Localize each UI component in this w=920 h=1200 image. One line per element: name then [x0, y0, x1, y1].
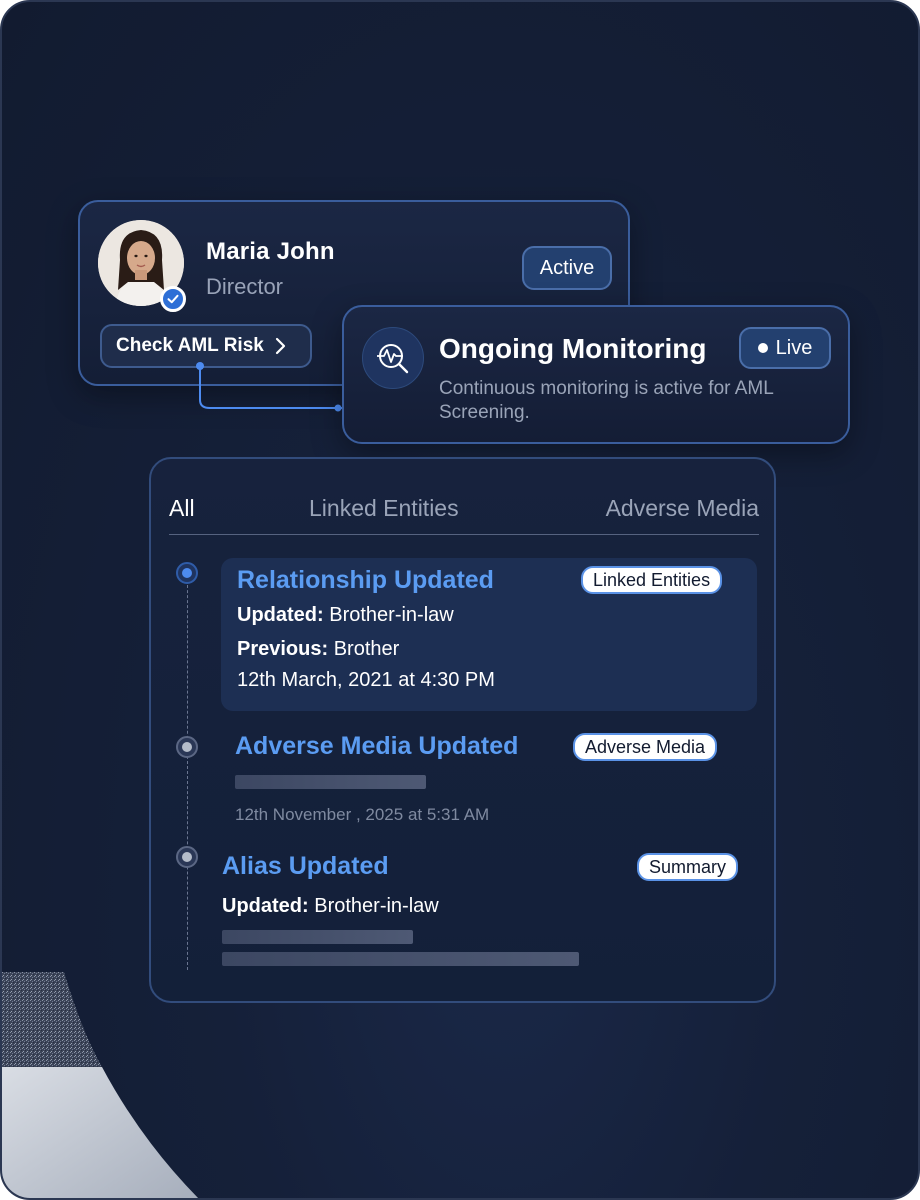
event-updated-line: Updated: Brother-in-law [237, 604, 454, 627]
chevron-right-icon [275, 337, 285, 355]
timeline-dot [176, 736, 198, 758]
event-tag: Linked Entities [581, 566, 723, 594]
check-aml-risk-label: Check AML Risk [116, 335, 264, 356]
monitoring-card: Ongoing Monitoring Live Continuous monit… [342, 305, 850, 444]
event-tag: Summary [637, 853, 739, 881]
updated-value: Brother-in-law [329, 604, 454, 626]
updated-label: Updated: [222, 895, 309, 917]
app-frame: Maria John Director Active Check AML Ris… [0, 0, 920, 1200]
monitoring-title: Ongoing Monitoring [439, 333, 707, 364]
pulse-search-icon [362, 327, 424, 389]
previous-label: Previous: [237, 638, 329, 660]
event-title: Adverse Media Updated [235, 732, 519, 760]
tab-all[interactable]: All [169, 495, 195, 522]
live-dot-icon [757, 343, 768, 353]
monitoring-description: Continuous monitoring is active for AML … [439, 378, 774, 423]
event-date: 12th November , 2025 at 5:31 AM [235, 805, 490, 824]
tab-bar: All Linked Entities Adverse Media [169, 495, 759, 535]
timeline-dot-active [176, 562, 198, 584]
live-badge: Live [739, 327, 831, 369]
event-updated-line: Updated: Brother-in-law [222, 895, 439, 918]
event-title: Relationship Updated [237, 566, 494, 594]
skeleton-placeholder [222, 930, 413, 944]
check-circle-icon [160, 286, 186, 312]
connector-line [196, 362, 342, 412]
person-role: Director [206, 274, 284, 299]
skeleton-placeholder [235, 775, 426, 789]
status-badge: Active [522, 246, 612, 290]
person-name: Maria John [206, 238, 335, 265]
live-label: Live [775, 336, 813, 359]
skeleton-placeholder [222, 952, 579, 966]
updated-label: Updated: [237, 604, 324, 626]
event-tag: Adverse Media [573, 733, 718, 761]
tab-adverse-media[interactable]: Adverse Media [606, 495, 759, 522]
updated-value: Brother-in-law [314, 895, 439, 917]
activity-panel: All Linked Entities Adverse Media Relati… [149, 457, 776, 1003]
timeline-line [187, 575, 188, 970]
event-previous-line: Previous: Brother [237, 638, 399, 661]
event-title: Alias Updated [222, 852, 389, 880]
event-date: 12th March, 2021 at 4:30 PM [237, 669, 495, 691]
decorative-corner-graphic [2, 972, 199, 1198]
timeline-dot [176, 846, 198, 868]
event-relationship-updated[interactable]: Relationship Updated Linked Entities Upd… [221, 558, 757, 711]
previous-value: Brother [333, 638, 400, 660]
tab-linked-entities[interactable]: Linked Entities [309, 495, 459, 522]
